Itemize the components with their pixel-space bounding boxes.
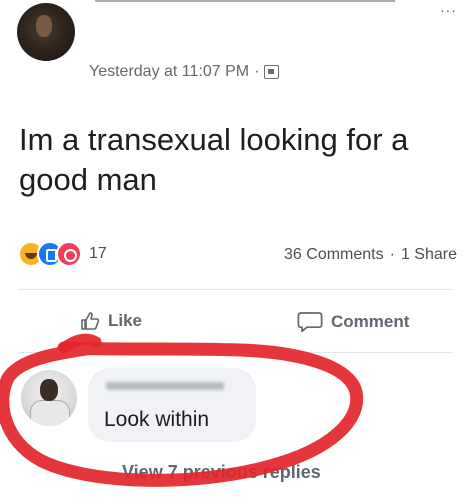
comment-icon — [297, 312, 323, 333]
divider-top — [18, 289, 453, 290]
poster-avatar-face — [36, 15, 52, 37]
like-button[interactable]: Like — [80, 311, 142, 331]
comment-label: Comment — [331, 312, 410, 331]
view-previous-replies-link[interactable]: View 7 previous replies — [122, 462, 321, 483]
top-edge-line — [95, 0, 395, 2]
love-icon — [56, 241, 82, 267]
commenter-avatar-shirt — [30, 400, 70, 426]
reaction-summary[interactable]: 17 — [18, 241, 107, 267]
meta-separator: · — [254, 63, 260, 80]
engagement-counts: 36 Comments · 1 Share — [284, 246, 457, 264]
commenter-name-redacted — [106, 382, 224, 390]
post-timestamp[interactable]: Yesterday at 11:07 PM — [89, 63, 249, 81]
thumbs-up-icon — [81, 312, 100, 330]
count-separator: · — [389, 246, 395, 263]
like-label: Like — [108, 311, 143, 330]
audience-icon[interactable] — [264, 65, 280, 79]
reaction-count: 17 — [89, 245, 107, 262]
share-count[interactable]: 1 Share — [401, 246, 457, 264]
comment-text: Look within — [104, 408, 210, 431]
comment-button[interactable]: Comment — [297, 311, 409, 333]
ellipsis-icon[interactable]: ··· — [440, 2, 457, 18]
comment-count[interactable]: 36 Comments — [284, 246, 384, 264]
commenter-avatar[interactable] — [21, 370, 77, 426]
divider-bottom — [18, 352, 453, 353]
post-text: Im a transexual looking for a good man — [19, 122, 409, 197]
commenter-avatar-head — [40, 379, 58, 401]
poster-avatar[interactable] — [17, 3, 75, 61]
comment-bubble[interactable]: Look within — [88, 368, 256, 442]
post-meta: Yesterday at 11:07 PM · — [89, 63, 280, 81]
